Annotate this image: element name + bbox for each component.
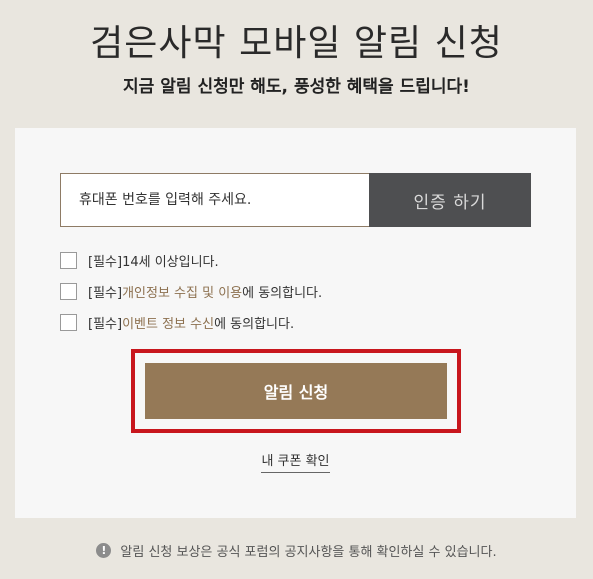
page-title: 검은사막 모바일 알림 신청 (90, 23, 503, 64)
notice-text: 알림 신청 보상은 공식 포럼의 공지사항을 통해 확인하실 수 있습니다. (120, 545, 497, 560)
page-subtitle: 지금 알림 신청만 해도, 풍성한 혜택을 드립니다! (123, 77, 470, 97)
submit-notification-button[interactable]: 알림 신청 (145, 363, 447, 419)
privacy-checkbox[interactable] (60, 283, 77, 300)
agreement-list: [필수] 14세 이상입니다. [필수] 개인정보 수집 및 이용 에 동의합니… (60, 245, 322, 338)
verify-button[interactable]: 인증 하기 (369, 173, 531, 227)
page: 검은사막 모바일 알림 신청 지금 알림 신청만 해도, 풍성한 혜택을 드립니… (0, 0, 593, 579)
privacy-policy-link[interactable]: 개인정보 수집 및 이용 (122, 282, 242, 301)
event-info-link[interactable]: 이벤트 정보 수신 (122, 313, 214, 332)
event-checkbox[interactable] (60, 314, 77, 331)
info-icon: ! (96, 543, 112, 558)
agreement-text: 14세 이상입니다. (122, 255, 219, 270)
agreement-privacy: [필수] 개인정보 수집 및 이용 에 동의합니다. (60, 276, 322, 307)
phone-row: 인증 하기 (60, 173, 531, 227)
submit-highlight-frame: 알림 신청 (131, 349, 461, 433)
agreement-prefix: [필수] (88, 317, 123, 332)
reward-notice: ! 알림 신청 보상은 공식 포럼의 공지사항을 통해 확인하실 수 있습니다. (0, 541, 593, 560)
age-checkbox[interactable] (60, 252, 77, 269)
agreement-event: [필수] 이벤트 정보 수신 에 동의합니다. (60, 307, 322, 338)
agreement-text: 에 동의합니다. (242, 286, 323, 301)
signup-card: 인증 하기 [필수] 14세 이상입니다. [필수] 개인정보 수집 및 이용 … (15, 128, 576, 518)
agreement-prefix: [필수] (88, 255, 123, 270)
coupon-link-wrap: 내 쿠폰 확인 (15, 450, 576, 473)
agreement-age: [필수] 14세 이상입니다. (60, 245, 322, 276)
agreement-prefix: [필수] (88, 286, 123, 301)
my-coupon-link[interactable]: 내 쿠폰 확인 (261, 454, 330, 473)
phone-input[interactable] (60, 173, 369, 227)
agreement-text: 에 동의합니다. (214, 317, 295, 332)
